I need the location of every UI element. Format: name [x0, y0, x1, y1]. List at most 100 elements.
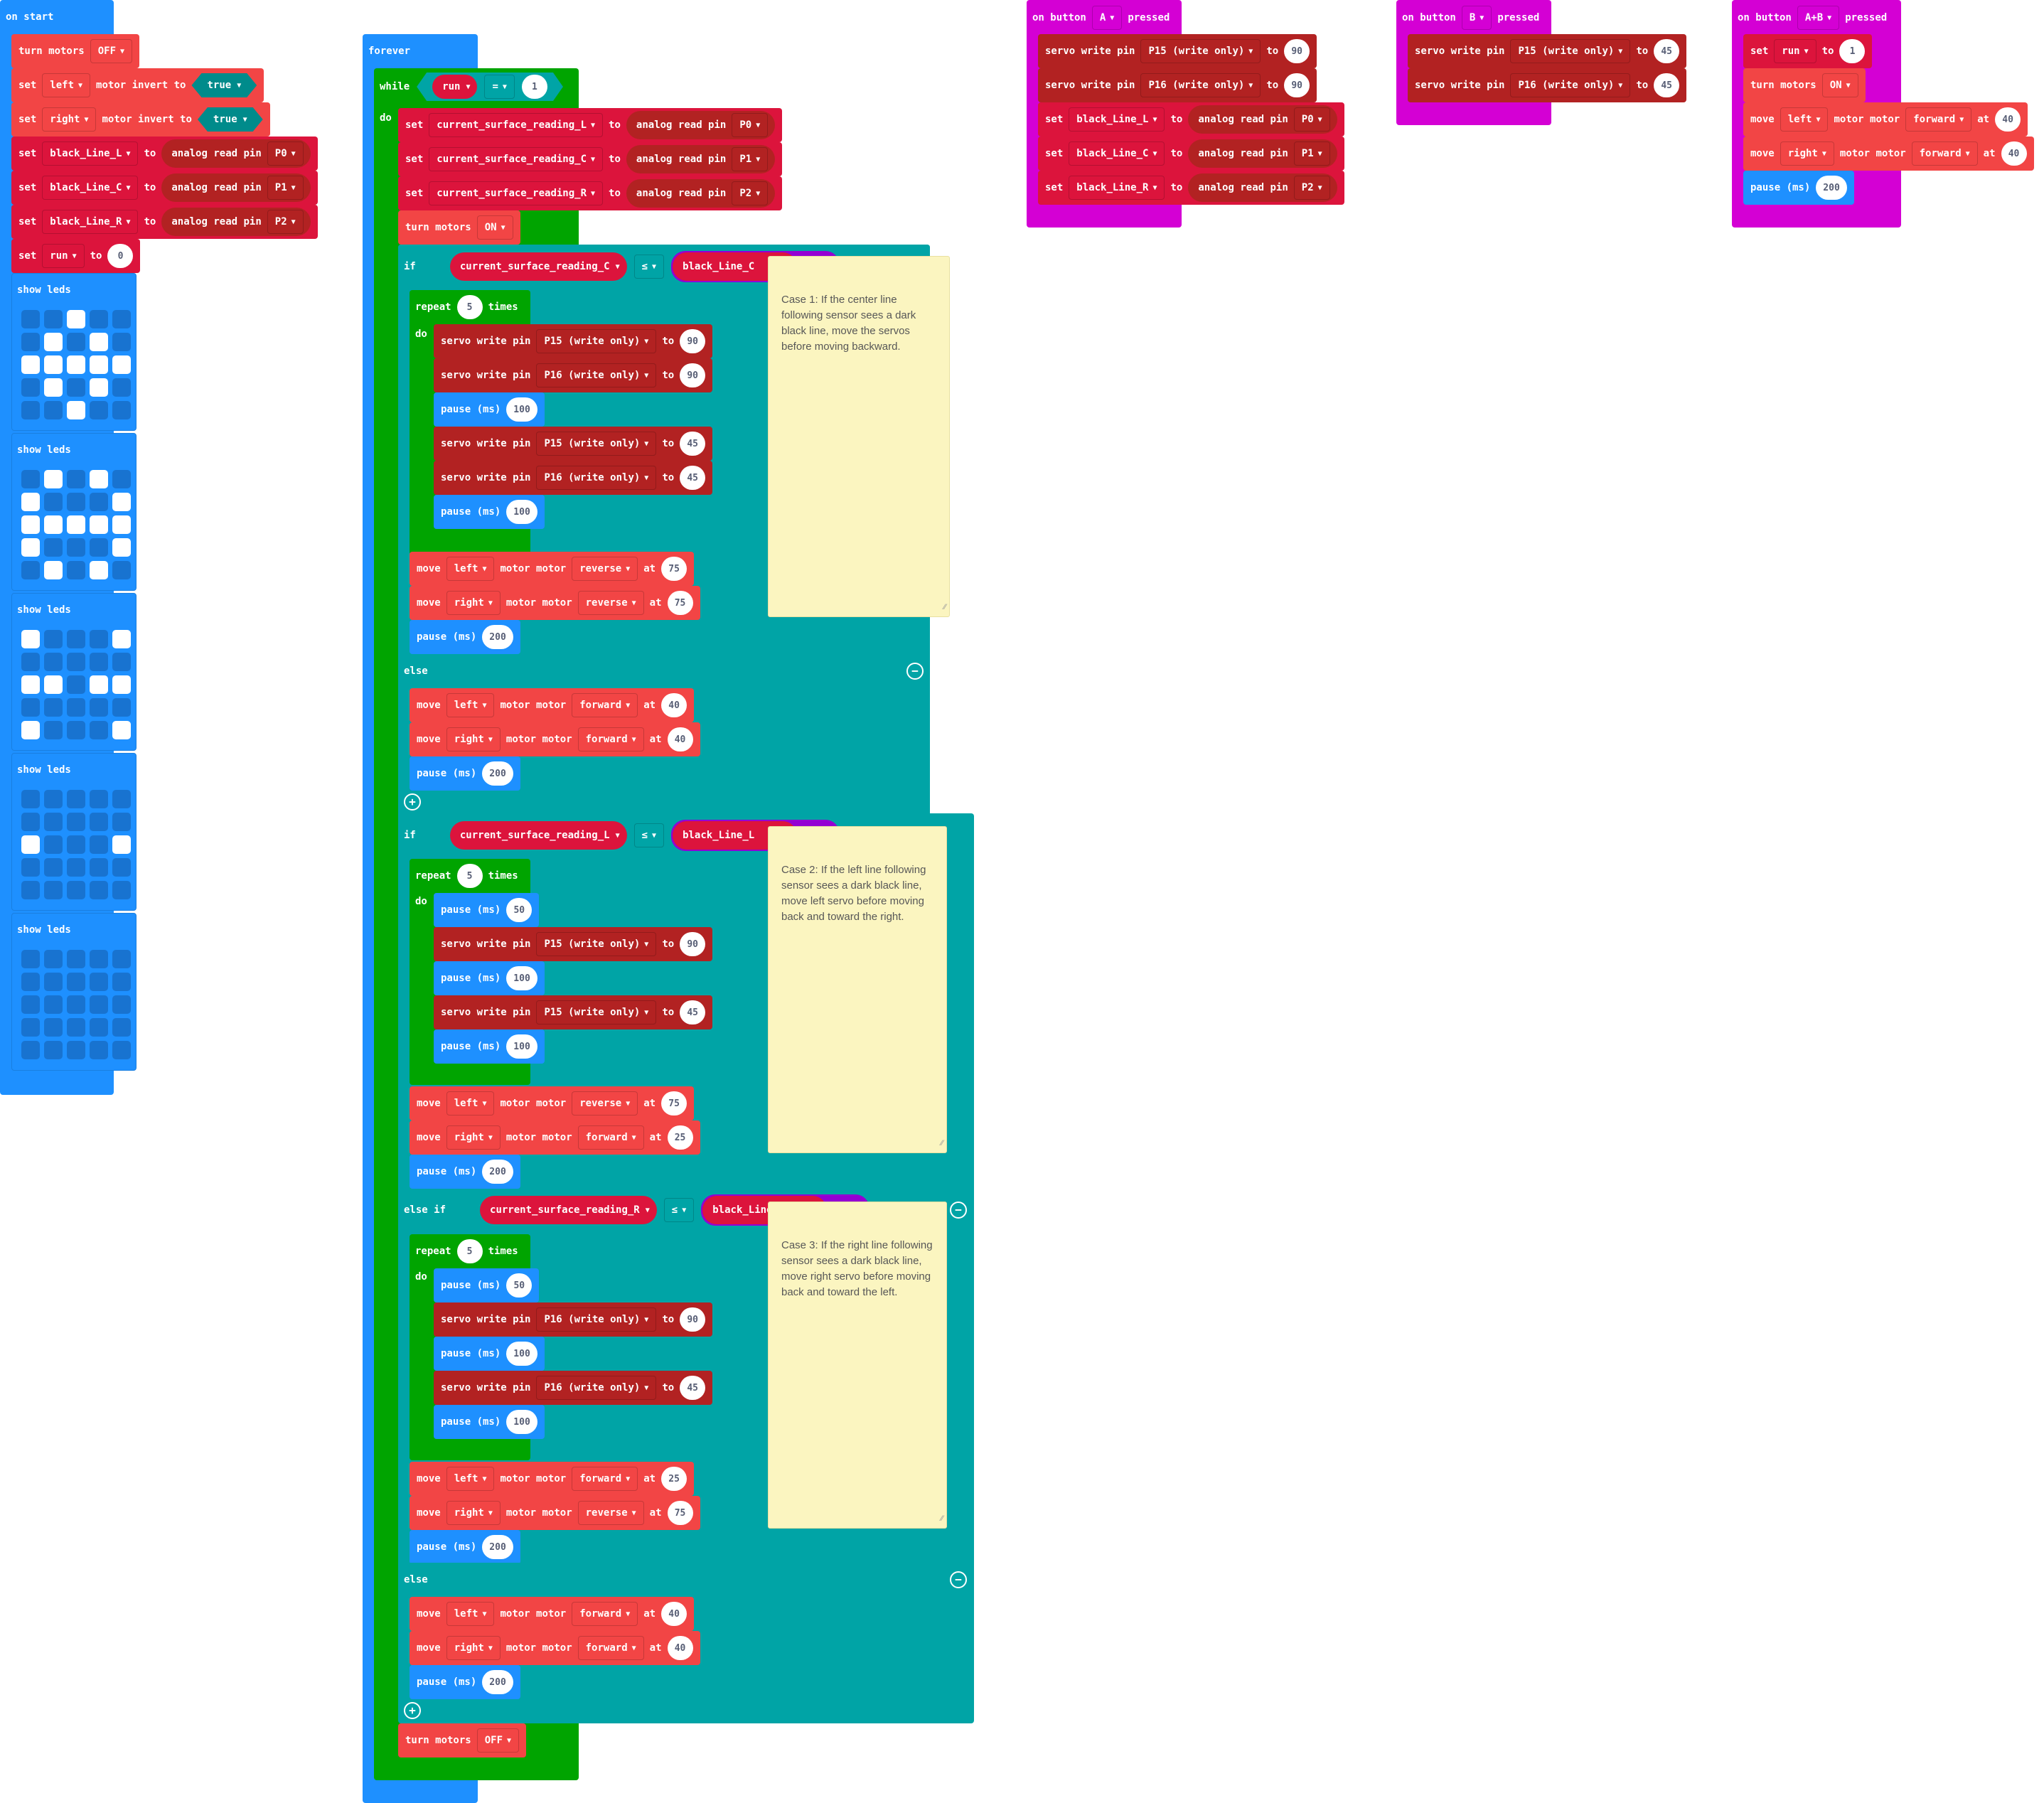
- led-cell[interactable]: [44, 401, 63, 419]
- led-cell[interactable]: [90, 1018, 108, 1037]
- led-cell[interactable]: [21, 653, 40, 671]
- set-black-line-l-block[interactable]: set black_Line_L ▼ to analog read pin P0 ▼: [1038, 102, 1344, 137]
- servo-pin-dropdown[interactable]: P16 (write only) ▼: [536, 363, 657, 387]
- led-cell[interactable]: [21, 995, 40, 1014]
- direction-dropdown[interactable]: reverse ▼: [572, 557, 638, 581]
- led-grid[interactable]: [21, 470, 131, 579]
- move-motor-block[interactable]: move right ▼ motor motor forward ▼ at 40: [1743, 137, 2034, 171]
- led-cell[interactable]: [67, 881, 85, 899]
- button-dropdown[interactable]: A ▼: [1091, 6, 1123, 30]
- speed-input[interactable]: 40: [667, 1636, 693, 1660]
- led-cell[interactable]: [44, 813, 63, 831]
- motor-dropdown[interactable]: right ▼: [446, 591, 501, 615]
- pause-input[interactable]: 200: [1816, 176, 1847, 200]
- angle-input[interactable]: 45: [680, 432, 706, 456]
- pause-block[interactable]: pause (ms) 50: [434, 893, 540, 927]
- pin-dropdown[interactable]: P0 ▼: [267, 141, 304, 166]
- led-cell[interactable]: [44, 378, 63, 397]
- servo-pin-dropdown[interactable]: P15 (write only) ▼: [1510, 39, 1631, 63]
- left-operand[interactable]: current_surface_reading_L ▼: [450, 821, 627, 850]
- move-motor-block[interactable]: move right ▼ motor motor forward ▼ at 25: [410, 1120, 700, 1155]
- led-cell[interactable]: [44, 1018, 63, 1037]
- variable-dropdown[interactable]: black_Line_R ▼: [42, 210, 139, 234]
- angle-input[interactable]: 45: [1654, 73, 1680, 97]
- turn-motors-block[interactable]: turn motors OFF ▼: [11, 34, 140, 68]
- led-cell[interactable]: [90, 515, 108, 534]
- pause-input[interactable]: 100: [506, 500, 537, 524]
- led-cell[interactable]: [44, 310, 63, 328]
- angle-input[interactable]: 90: [1284, 39, 1310, 63]
- led-cell[interactable]: [44, 881, 63, 899]
- led-cell[interactable]: [21, 401, 40, 419]
- repeat-count-input[interactable]: 5: [456, 295, 483, 319]
- repeat-count-input[interactable]: 5: [456, 1239, 483, 1263]
- led-cell[interactable]: [112, 1018, 131, 1037]
- speed-input[interactable]: 75: [667, 591, 693, 615]
- led-cell[interactable]: [112, 790, 131, 808]
- motor-dropdown[interactable]: left ▼: [446, 557, 495, 581]
- pause-input[interactable]: 100: [506, 1034, 537, 1059]
- resize-grip-icon[interactable]: ⁄⁄: [943, 599, 946, 615]
- analog-read-block[interactable]: analog read pin P0 ▼: [626, 111, 776, 139]
- analog-read-block[interactable]: analog read pin P1 ▼: [626, 145, 776, 173]
- led-cell[interactable]: [90, 630, 108, 648]
- led-cell[interactable]: [67, 355, 85, 374]
- led-cell[interactable]: [44, 538, 63, 557]
- invert-right-block[interactable]: set right ▼ motor invert to true ▼: [11, 102, 270, 137]
- direction-dropdown[interactable]: reverse ▼: [572, 1091, 638, 1115]
- pause-input[interactable]: 100: [506, 1410, 537, 1434]
- servo-write-block[interactable]: servo write pin P15 (write only) ▼ to 90: [434, 927, 713, 961]
- motor-dropdown[interactable]: left ▼: [42, 73, 91, 97]
- direction-dropdown[interactable]: forward ▼: [572, 693, 638, 717]
- button-dropdown[interactable]: A+B ▼: [1797, 6, 1840, 30]
- pause-input[interactable]: 100: [506, 397, 537, 422]
- operator-dropdown[interactable]: ≤ ▼: [664, 1198, 694, 1222]
- motor-dropdown[interactable]: left ▼: [446, 1091, 495, 1115]
- invert-left-block[interactable]: set left ▼ motor invert to true ▼: [11, 68, 264, 102]
- angle-input[interactable]: 45: [680, 466, 706, 490]
- angle-input[interactable]: 90: [680, 1307, 706, 1332]
- pause-input[interactable]: 100: [506, 966, 537, 990]
- led-cell[interactable]: [44, 950, 63, 968]
- led-cell[interactable]: [67, 1041, 85, 1059]
- set-run-block[interactable]: set run ▼ to 0: [11, 239, 141, 273]
- servo-write-block[interactable]: servo write pin P15 (write only) ▼ to 45: [434, 427, 713, 461]
- led-grid[interactable]: [21, 310, 131, 419]
- led-cell[interactable]: [112, 310, 131, 328]
- variable-dropdown[interactable]: black_Line_L ▼: [42, 141, 139, 166]
- operator-dropdown[interactable]: ≤ ▼: [634, 255, 664, 279]
- variable-dropdown[interactable]: black_Line_C ▼: [42, 176, 139, 200]
- motor-dropdown[interactable]: right ▼: [446, 1636, 501, 1660]
- led-cell[interactable]: [67, 973, 85, 991]
- led-cell[interactable]: [90, 561, 108, 579]
- pin-dropdown[interactable]: P1 ▼: [1293, 141, 1330, 166]
- led-cell[interactable]: [90, 973, 108, 991]
- led-cell[interactable]: [67, 721, 85, 739]
- move-motor-block[interactable]: move right ▼ motor motor reverse ▼ at 75: [410, 586, 700, 620]
- led-cell[interactable]: [21, 721, 40, 739]
- led-cell[interactable]: [21, 813, 40, 831]
- led-cell[interactable]: [44, 561, 63, 579]
- led-cell[interactable]: [112, 333, 131, 351]
- pause-input[interactable]: 200: [482, 1670, 513, 1694]
- pause-block[interactable]: pause (ms) 100: [434, 495, 545, 529]
- comment-case-1[interactable]: Case 1: If the center line following sen…: [768, 256, 950, 617]
- pause-block[interactable]: pause (ms) 100: [434, 1029, 545, 1064]
- direction-dropdown[interactable]: forward ▼: [577, 1125, 644, 1150]
- move-motor-block[interactable]: move left ▼ motor motor forward ▼ at 40: [1743, 102, 2028, 137]
- set-reading-r-block[interactable]: set current_surface_reading_R ▼ to analog…: [398, 176, 783, 210]
- turn-motors-on-block[interactable]: turn motors ON ▼: [1743, 68, 1866, 102]
- led-cell[interactable]: [112, 355, 131, 374]
- led-cell[interactable]: [90, 1041, 108, 1059]
- led-cell[interactable]: [44, 675, 63, 694]
- motor-dropdown[interactable]: right ▼: [1780, 141, 1834, 166]
- pause-block[interactable]: pause (ms) 200: [410, 756, 520, 791]
- led-cell[interactable]: [112, 721, 131, 739]
- led-cell[interactable]: [44, 721, 63, 739]
- motors-state-dropdown[interactable]: ON ▼: [1821, 73, 1858, 97]
- servo-pin-dropdown[interactable]: P15 (write only) ▼: [1140, 39, 1261, 63]
- operator-dropdown[interactable]: = ▼: [484, 75, 514, 99]
- led-cell[interactable]: [90, 493, 108, 511]
- bool-dropdown[interactable]: true ▼: [191, 73, 257, 97]
- direction-dropdown[interactable]: forward ▼: [577, 1636, 644, 1660]
